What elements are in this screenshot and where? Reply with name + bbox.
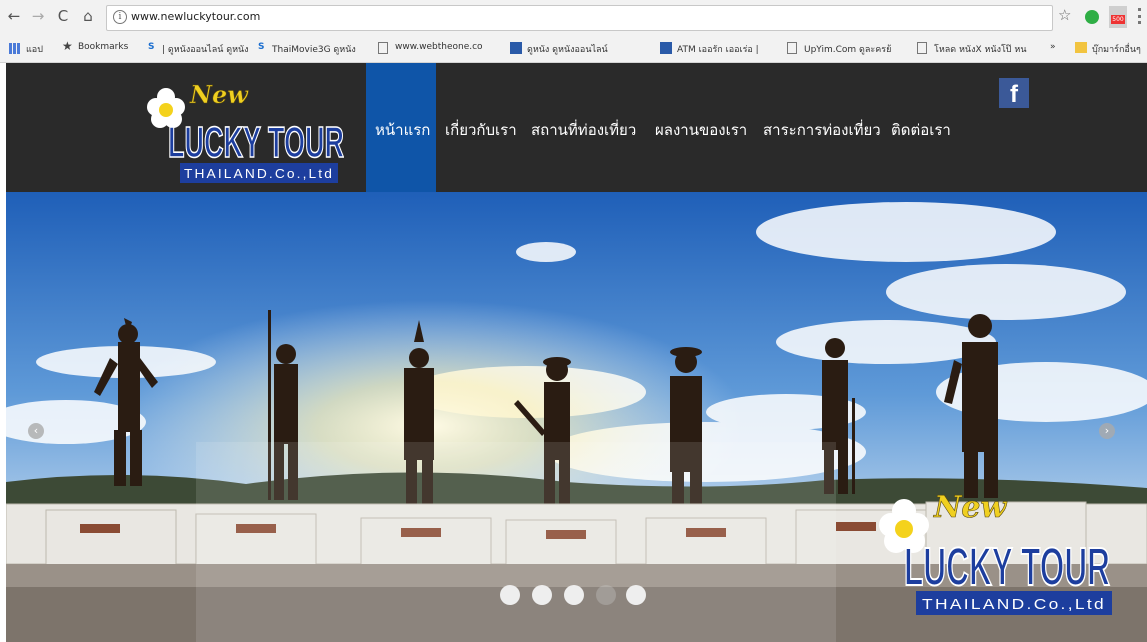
nav-travel-info[interactable]: สาระการท่องเที่ยว: [763, 118, 881, 142]
facebook-icon[interactable]: f: [999, 78, 1029, 108]
nav-home[interactable]: หน้าแรก: [375, 118, 430, 142]
bookmark-other[interactable]: บุ๊กมาร์กอื่นๆ: [1092, 42, 1141, 56]
logo-main-text: LUCKY TOUR: [168, 118, 344, 167]
bookmark-item[interactable]: | ดูหนังออนไลน์ ดูหนัง: [162, 42, 249, 56]
site-header: New LUCKY TOUR THAILAND.Co.,Ltd หน้าแรก …: [6, 63, 1147, 192]
bookmark-item[interactable]: โหลด หนังX หนังโป๊ หน: [934, 42, 1026, 56]
extension-green-icon[interactable]: [1085, 10, 1099, 24]
bookmark-item[interactable]: www.webtheone.co: [395, 42, 483, 52]
logo-new-text: New: [189, 80, 249, 109]
address-bar[interactable]: i www.newluckytour.com: [106, 5, 1053, 31]
slider-logo-tagline: THAILAND.Co.,Ltd: [922, 596, 1106, 613]
bookmark-item[interactable]: ATM เออรัก เออเร่อ |: [677, 42, 759, 56]
nav-portfolio[interactable]: ผลงานของเรา: [655, 118, 747, 142]
logo-tagline: THAILAND.Co.,Ltd: [184, 166, 334, 181]
slider-logo-new: New: [933, 490, 1008, 525]
slider-next-icon[interactable]: ›: [1099, 423, 1115, 439]
page-icon: [787, 42, 797, 54]
s-icon: S: [148, 42, 155, 52]
back-arrow-icon[interactable]: ←: [4, 5, 24, 27]
bookmark-item[interactable]: UpYim.Com ดูละครย้: [804, 42, 891, 56]
atm-icon: [660, 42, 672, 54]
nav-attractions[interactable]: สถานที่ท่องเที่ยว: [531, 118, 636, 142]
slider-logo-watermark: New LUCKY TOUR THAILAND.Co.,Ltd: [879, 490, 1112, 615]
star-icon: ★: [62, 39, 73, 53]
page-icon: [917, 42, 927, 54]
home-icon[interactable]: ⌂: [78, 5, 98, 27]
slider-dot-active[interactable]: [596, 585, 616, 605]
extension-badge-count: 500: [1111, 15, 1125, 24]
film-icon: [510, 42, 522, 54]
bookmark-star-icon[interactable]: ☆: [1058, 6, 1071, 24]
info-icon[interactable]: i: [113, 10, 127, 24]
site-logo[interactable]: New LUCKY TOUR THAILAND.Co.,Ltd: [144, 77, 344, 185]
browser-toolbar: ← → C ⌂ i www.newluckytour.com ☆ 500: [0, 0, 1147, 36]
slider-dot[interactable]: [626, 585, 646, 605]
bookmarks-bar: แอป ★ Bookmarks S | ดูหนังออนไลน์ ดูหนัง…: [0, 36, 1147, 63]
bookmark-bookmarks[interactable]: Bookmarks: [78, 42, 128, 52]
forward-arrow-icon[interactable]: →: [28, 5, 48, 27]
hero-slider: New LUCKY TOUR THAILAND.Co.,Ltd ‹ ›: [6, 192, 1147, 642]
bookmark-item[interactable]: ดูหนัง ดูหนังออนไลน์: [527, 42, 608, 56]
slider-dot[interactable]: [532, 585, 552, 605]
reload-icon[interactable]: C: [53, 5, 73, 27]
slider-dot[interactable]: [564, 585, 584, 605]
menu-icon[interactable]: [1138, 8, 1144, 24]
apps-icon[interactable]: [9, 43, 21, 54]
nav-about[interactable]: เกี่ยวกับเรา: [445, 118, 517, 142]
slider-prev-icon[interactable]: ‹: [28, 423, 44, 439]
bookmark-apps[interactable]: แอป: [26, 42, 43, 56]
page-icon: [378, 42, 388, 54]
slider-logo-main: LUCKY TOUR: [904, 537, 1110, 597]
s-icon: S: [258, 42, 265, 52]
extension-badge-icon[interactable]: 500: [1109, 6, 1127, 28]
slider-dot[interactable]: [500, 585, 520, 605]
folder-icon: [1075, 42, 1087, 53]
nav-contact[interactable]: ติดต่อเรา: [891, 118, 951, 142]
url-text[interactable]: www.newluckytour.com: [131, 10, 260, 23]
bookmark-item[interactable]: ThaiMovie3G ดูหนัง: [272, 42, 356, 56]
more-bookmarks-icon[interactable]: »: [1050, 42, 1056, 52]
